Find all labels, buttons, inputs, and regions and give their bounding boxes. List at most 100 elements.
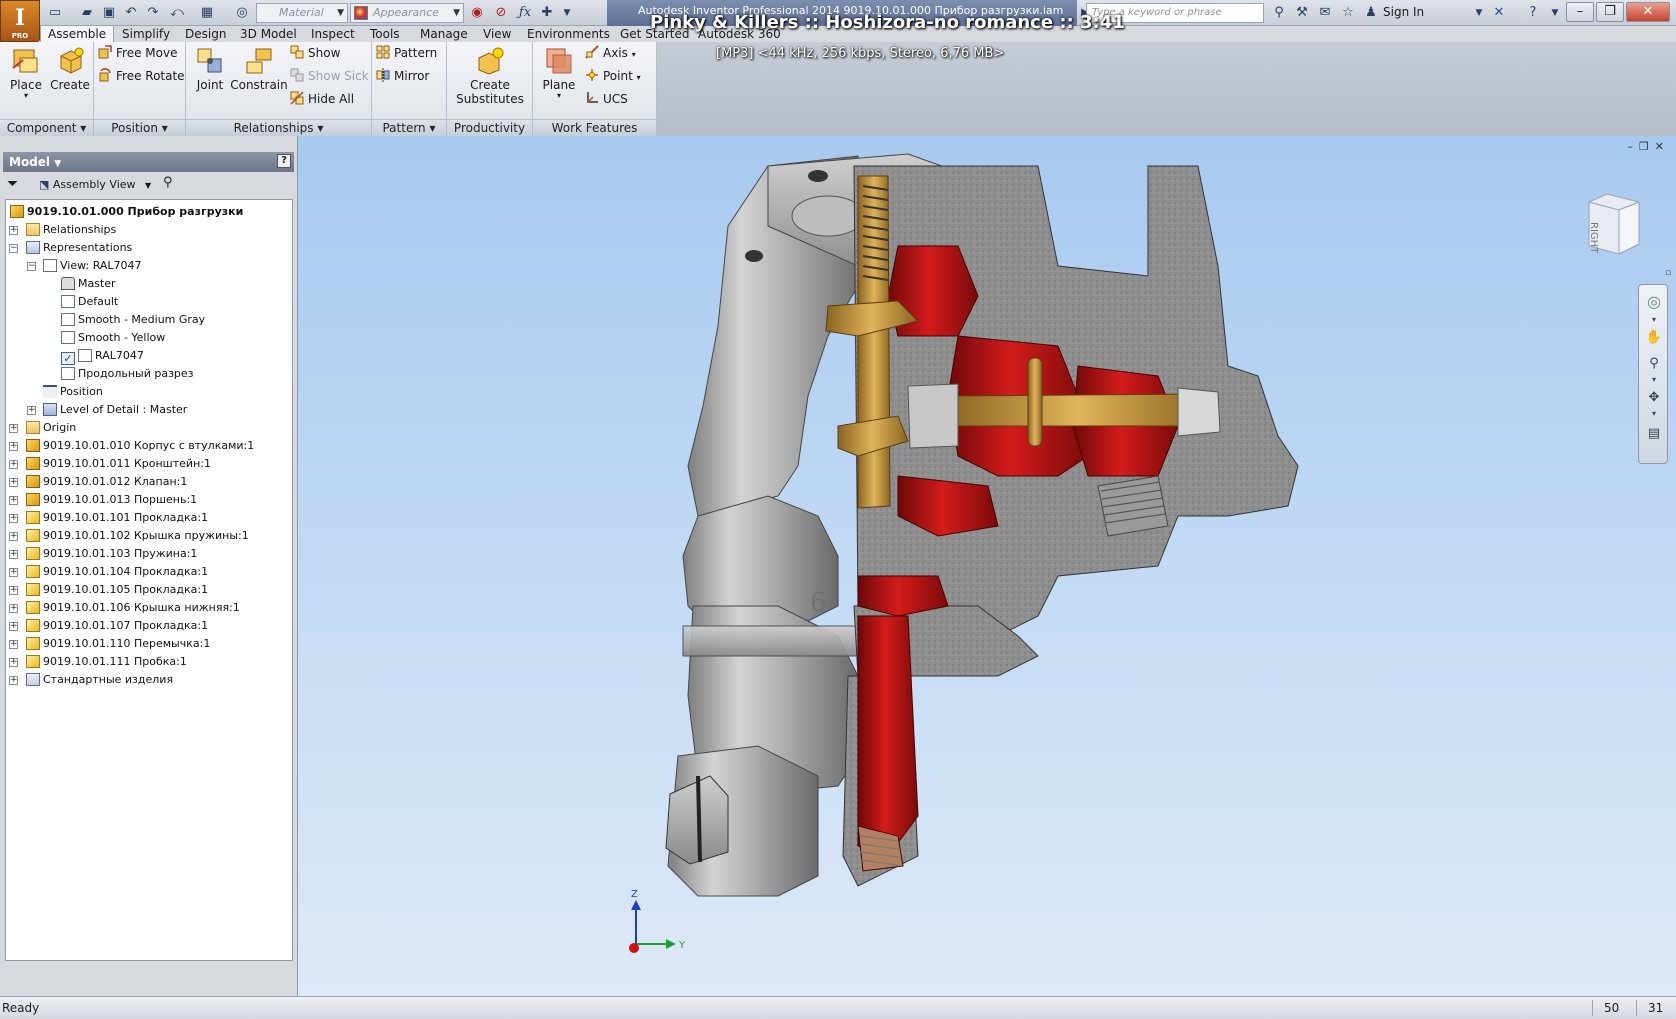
panel-pattern-label[interactable]: Pattern ▾: [372, 119, 446, 136]
place-button[interactable]: Place ▾: [6, 46, 46, 100]
expand-plus-icon[interactable]: +: [9, 460, 18, 469]
customize-chevron-icon[interactable]: ▼: [558, 4, 576, 22]
expand-plus-icon[interactable]: +: [27, 406, 36, 415]
browser-header[interactable]: Model ▼ ?: [3, 152, 294, 172]
tab-environments[interactable]: Environments: [527, 26, 610, 42]
tree-root-assembly[interactable]: 9019.10.01.000 Прибор разгрузки: [10, 203, 243, 221]
plus-icon[interactable]: ✚: [538, 4, 556, 22]
panel-work-features-label[interactable]: Work Features: [533, 119, 656, 136]
panel-relationships-label[interactable]: Relationships ▾: [186, 119, 371, 136]
find-binoculars-icon[interactable]: ⚲: [163, 175, 173, 190]
tree-item-smooth-gray[interactable]: Smooth - Medium Gray: [61, 311, 205, 329]
tree-item-component[interactable]: 9019.10.01.110 Перемычка:1: [26, 635, 210, 653]
undo-icon[interactable]: ↶: [122, 4, 140, 22]
communication-icon[interactable]: ✉: [1316, 4, 1334, 22]
hide-all-button[interactable]: Hide All: [290, 91, 354, 107]
expand-plus-icon[interactable]: +: [9, 658, 18, 667]
select-icon[interactable]: ▦: [198, 4, 216, 22]
mirror-button[interactable]: Mirror: [376, 68, 429, 84]
return-icon[interactable]: ⤺: [168, 4, 186, 22]
expand-plus-icon[interactable]: +: [9, 514, 18, 523]
collapse-minus-icon[interactable]: −: [27, 262, 36, 271]
help-icon[interactable]: ?: [1524, 4, 1542, 22]
graphics-viewport[interactable]: –❐✕ 6 RIGHT ▫ ◎ ▾ ✋ ⚲ ▾ ✥ ▾ ▤ Z Y: [298, 136, 1676, 996]
plane-button[interactable]: Plane ▾: [537, 46, 581, 100]
tree-item-master[interactable]: Master: [61, 275, 116, 293]
expand-plus-icon[interactable]: +: [9, 424, 18, 433]
tree-item-component[interactable]: 9019.10.01.111 Пробка:1: [26, 653, 187, 671]
tree-item-component[interactable]: 9019.10.01.105 Прокладка:1: [26, 581, 208, 599]
expand-plus-icon[interactable]: +: [9, 550, 18, 559]
tree-item-component[interactable]: 9019.10.01.106 Крышка нижняя:1: [26, 599, 240, 617]
chevron-down-icon[interactable]: ▾: [1645, 371, 1663, 389]
user-icon[interactable]: ♟: [1362, 4, 1380, 22]
expand-plus-icon[interactable]: +: [9, 226, 18, 235]
expand-plus-icon[interactable]: +: [9, 586, 18, 595]
tree-item-component[interactable]: 9019.10.01.013 Поршень:1: [26, 491, 197, 509]
save-icon[interactable]: ▣: [100, 4, 118, 22]
tree-item-component[interactable]: 9019.10.01.107 Прокладка:1: [26, 617, 208, 635]
tab-inspect[interactable]: Inspect: [311, 26, 355, 42]
tree-item-component[interactable]: 9019.10.01.102 Крышка пружины:1: [26, 527, 249, 545]
axis-button[interactable]: Axis ▾: [585, 45, 636, 63]
tree-item-view-rep[interactable]: View: RAL7047: [43, 257, 142, 275]
expand-plus-icon[interactable]: +: [9, 676, 18, 685]
look-at-icon[interactable]: ▤: [1645, 425, 1663, 443]
chevron-down-icon[interactable]: ▾: [1645, 405, 1663, 423]
tab-simplify[interactable]: Simplify: [122, 26, 170, 42]
tree-item-component[interactable]: 9019.10.01.101 Прокладка:1: [26, 509, 208, 527]
point-button[interactable]: Point ▾: [585, 68, 641, 86]
expand-plus-icon[interactable]: +: [9, 640, 18, 649]
viewcube-face-label[interactable]: RIGHT: [1588, 222, 1599, 253]
assembly-view-dropdown[interactable]: ⬔ Assembly View ▼: [39, 176, 151, 195]
collapse-minus-icon[interactable]: −: [9, 244, 18, 253]
help-chevron-icon[interactable]: ▼: [1546, 4, 1564, 22]
panel-component-label[interactable]: Component ▾: [0, 119, 93, 136]
pattern-button[interactable]: Pattern: [376, 45, 437, 61]
ucs-button[interactable]: UCS: [585, 91, 628, 107]
show-button[interactable]: Show: [290, 45, 340, 61]
tab-3d-model[interactable]: 3D Model: [240, 26, 297, 42]
joint-button[interactable]: Joint: [190, 46, 230, 92]
tab-tools[interactable]: Tools: [370, 26, 400, 42]
exchange-x-icon[interactable]: ✕: [1490, 4, 1508, 22]
expand-plus-icon[interactable]: +: [9, 478, 18, 487]
tree-item-component[interactable]: 9019.10.01.012 Клапан:1: [26, 473, 187, 491]
expand-plus-icon[interactable]: +: [9, 442, 18, 451]
application-menu-button[interactable]: I PRO: [0, 0, 40, 42]
clear-appearance-icon[interactable]: ⊘: [492, 4, 510, 22]
new-file-icon[interactable]: ▭: [46, 4, 64, 22]
viewcube-menu-icon[interactable]: ▫: [1665, 268, 1671, 278]
steering-wheel-icon[interactable]: ◎: [1645, 293, 1663, 311]
show-sick-button[interactable]: Show Sick: [290, 68, 369, 84]
tree-item-position[interactable]: Position: [43, 383, 103, 401]
expand-plus-icon[interactable]: +: [9, 622, 18, 631]
update-icon[interactable]: ◎: [233, 4, 251, 22]
tree-item-default[interactable]: Default: [61, 293, 118, 311]
tree-item-component[interactable]: 9019.10.01.103 Пружина:1: [26, 545, 197, 563]
free-move-button[interactable]: Free Move: [98, 45, 177, 61]
create-substitutes-button[interactable]: Create Substitutes: [451, 46, 529, 106]
panel-productivity-label[interactable]: Productivity: [447, 119, 532, 136]
favorites-star-icon[interactable]: ☆: [1339, 4, 1357, 22]
browser-help-button[interactable]: ?: [277, 154, 291, 168]
tree-item-representations[interactable]: Representations: [26, 239, 132, 257]
filter-icon[interactable]: ⏷: [7, 176, 18, 192]
tab-assemble[interactable]: Assemble: [40, 25, 115, 43]
subscription-icon[interactable]: ⚒: [1293, 4, 1311, 22]
sign-in-chevron-icon[interactable]: ▼: [1470, 4, 1488, 22]
panel-position-label[interactable]: Position ▾: [94, 119, 185, 136]
tab-view[interactable]: View: [483, 26, 511, 42]
expand-plus-icon[interactable]: +: [9, 604, 18, 613]
close-button[interactable]: ✕: [1626, 2, 1670, 22]
appearance-override-icon[interactable]: ◉: [468, 4, 486, 22]
tab-manage[interactable]: Manage: [420, 26, 468, 42]
tree-item-origin[interactable]: Origin: [26, 419, 76, 437]
expand-plus-icon[interactable]: +: [9, 532, 18, 541]
tree-item-component[interactable]: 9019.10.01.011 Кронштейн:1: [26, 455, 211, 473]
tab-design[interactable]: Design: [185, 26, 226, 42]
tree-item-ral7047[interactable]: ✓ RAL7047: [61, 347, 144, 365]
pan-hand-icon[interactable]: ✋: [1645, 329, 1663, 347]
constrain-button[interactable]: Constrain: [230, 46, 288, 92]
tree-item-component[interactable]: 9019.10.01.104 Прокладка:1: [26, 563, 208, 581]
